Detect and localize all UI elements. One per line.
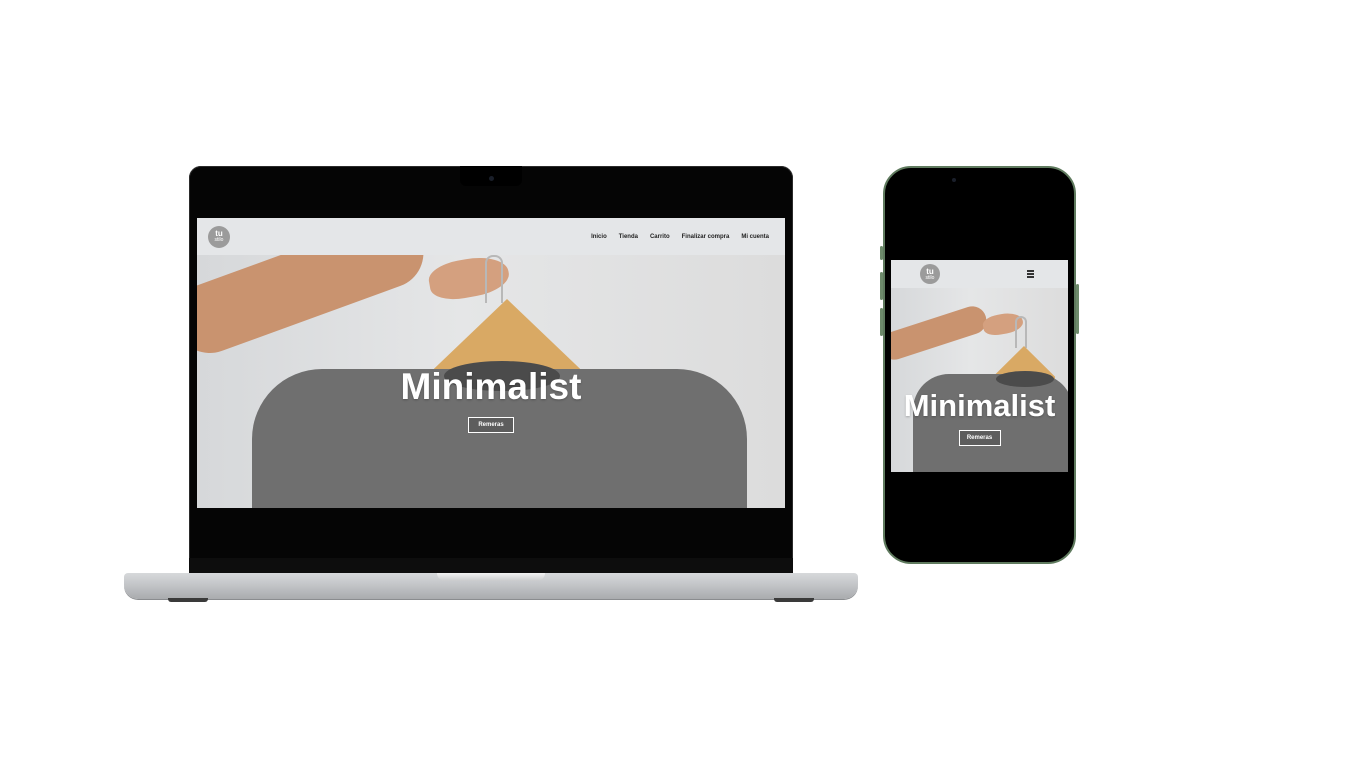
laptop-foot-right: [774, 598, 814, 602]
main-nav: Inicio Tienda Carrito Finalizar compra M…: [591, 234, 769, 240]
hero-banner-desktop: Minimalist Remeras: [197, 255, 785, 508]
laptop-lid-groove: [437, 573, 545, 581]
site-header-desktop: tu stilo Inicio Tienda Carrito Finalizar…: [197, 218, 785, 255]
phone-volume-down: [880, 308, 883, 336]
hero-button-remeras[interactable]: Remeras: [958, 430, 1001, 446]
laptop-screen: tu stilo Inicio Tienda Carrito Finalizar…: [197, 218, 785, 508]
nav-item-tienda[interactable]: Tienda: [619, 234, 638, 240]
phone-camera-icon: [952, 178, 956, 182]
laptop-foot-left: [168, 598, 208, 602]
nav-item-carrito[interactable]: Carrito: [650, 234, 670, 240]
nav-item-inicio[interactable]: Inicio: [591, 234, 607, 240]
phone-power-button: [1076, 284, 1079, 334]
nav-item-mi-cuenta[interactable]: Mi cuenta: [741, 234, 769, 240]
hamburger-menu-icon[interactable]: [1027, 270, 1034, 278]
logo-text-bottom: stilo: [214, 237, 224, 243]
laptop-hinge: [189, 558, 793, 574]
logo[interactable]: tu stilo: [208, 225, 230, 248]
phone-screen: tu stilo Minimalist Remeras: [891, 260, 1068, 472]
logo-text-bottom: stilo: [925, 274, 935, 281]
hero-title: Minimalist: [903, 388, 1056, 423]
laptop-camera-icon: [489, 176, 494, 181]
hanger-hook: [485, 255, 503, 303]
hero-banner-mobile: Minimalist Remeras: [891, 288, 1068, 472]
site-header-mobile: tu stilo: [891, 260, 1068, 288]
nav-item-finalizar-compra[interactable]: Finalizar compra: [682, 234, 730, 240]
phone-side-button: [880, 246, 883, 260]
hanger-hook: [1015, 316, 1027, 348]
hero-button-remeras[interactable]: Remeras: [468, 417, 514, 433]
phone-notch: [943, 168, 1015, 186]
logo[interactable]: tu stilo: [920, 264, 940, 284]
hero-shirt-collar: [996, 371, 1054, 387]
hero-title: Minimalist: [400, 366, 582, 407]
phone-volume-up: [880, 272, 883, 300]
